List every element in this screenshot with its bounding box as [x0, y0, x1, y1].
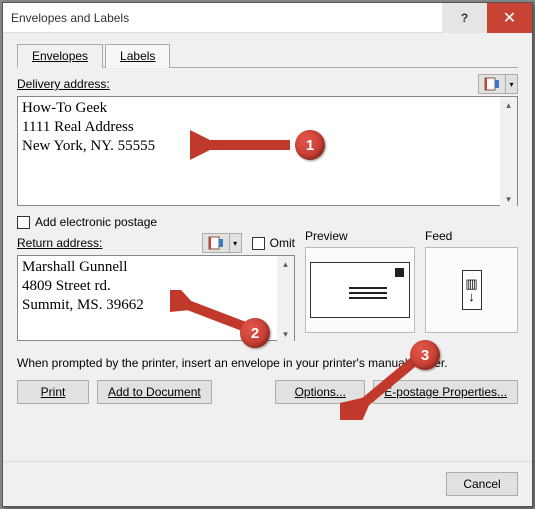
scroll-down-icon[interactable]: ▾ — [500, 191, 517, 208]
add-to-document-button[interactable]: Add to Document — [97, 380, 212, 404]
scroll-track[interactable] — [500, 114, 517, 191]
delivery-address-label: Delivery address: — [17, 77, 474, 91]
address-book-icon — [484, 77, 500, 91]
options-button[interactable]: Options... — [275, 380, 365, 404]
epostage-properties-button[interactable]: E-postage Properties... — [373, 380, 518, 404]
printer-hint: When prompted by the printer, insert an … — [17, 356, 518, 370]
preview-box[interactable] — [305, 247, 415, 333]
address-book-button-delivery[interactable] — [478, 74, 506, 94]
annotation-badge-1: 1 — [295, 130, 325, 160]
dialog-body: Envelopes Labels Delivery address: ▾ ▴ ▾… — [3, 33, 532, 414]
envelopes-labels-dialog: Envelopes and Labels ? ✕ Envelopes Label… — [2, 2, 533, 507]
help-button[interactable]: ? — [442, 3, 487, 33]
annotation-badge-3: 3 — [410, 340, 440, 370]
return-scrollbar[interactable]: ▴ ▾ — [277, 256, 294, 343]
annotation-badge-2: 2 — [240, 318, 270, 348]
scroll-up-icon[interactable]: ▴ — [500, 97, 517, 114]
omit-label: Omit — [270, 236, 295, 250]
dialog-title: Envelopes and Labels — [3, 11, 442, 25]
delivery-scrollbar[interactable]: ▴ ▾ — [500, 97, 517, 208]
delivery-address-input[interactable] — [17, 96, 518, 206]
feed-icon: ▥ ↓ — [462, 270, 482, 310]
electronic-postage-checkbox[interactable] — [17, 216, 30, 229]
return-address-label: Return address: — [17, 236, 198, 250]
preview-label: Preview — [305, 229, 415, 243]
close-button[interactable]: ✕ — [487, 3, 532, 33]
address-book-dropdown-return[interactable]: ▾ — [230, 233, 242, 253]
scroll-track[interactable] — [277, 273, 294, 326]
omit-checkbox[interactable] — [252, 237, 265, 250]
feed-box[interactable]: ▥ ↓ — [425, 247, 518, 333]
envelope-icon — [310, 262, 410, 318]
tab-labels[interactable]: Labels — [105, 44, 170, 68]
titlebar: Envelopes and Labels ? ✕ — [3, 3, 532, 33]
address-book-dropdown-delivery[interactable]: ▾ — [506, 74, 518, 94]
scroll-up-icon[interactable]: ▴ — [277, 256, 294, 273]
cancel-button[interactable]: Cancel — [446, 472, 518, 496]
feed-label: Feed — [425, 229, 518, 243]
dialog-footer: Cancel — [3, 461, 532, 506]
address-book-button-return[interactable] — [202, 233, 230, 253]
tab-envelopes[interactable]: Envelopes — [17, 44, 103, 68]
address-book-icon — [208, 236, 224, 250]
scroll-down-icon[interactable]: ▾ — [277, 326, 294, 343]
tabstrip: Envelopes Labels — [17, 43, 518, 68]
electronic-postage-label: Add electronic postage — [35, 215, 157, 229]
print-button[interactable]: Print — [17, 380, 89, 404]
